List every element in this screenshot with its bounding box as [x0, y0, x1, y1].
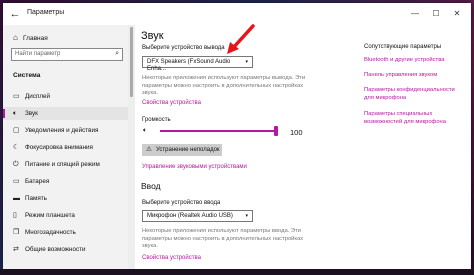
warning-icon: ⚠ [146, 146, 152, 153]
sidebar-item-label: Главная [23, 35, 48, 42]
sidebar-item-label: Питание и спящий режим [25, 161, 100, 168]
sidebar-item-home[interactable]: ⌂ Главная [13, 33, 48, 42]
input-label: Выберите устройство ввода [142, 200, 221, 206]
search-placeholder: Найти параметр [15, 51, 61, 57]
troubleshoot-button[interactable]: ⚠ Устранение неполадок [142, 144, 222, 156]
volume-slider[interactable] [160, 130, 276, 132]
sidebar-scrollbar[interactable] [128, 25, 135, 269]
troubleshoot-label: Устранение неполадок [156, 147, 220, 153]
input-device-value: Микрофон (Realtek Audio USB) [147, 213, 233, 219]
output-description: Некоторые приложения используют параметр… [142, 75, 306, 96]
title-bar: ← Параметры — ☐ ✕ [3, 3, 471, 25]
sidebar-item-label: Звук [25, 110, 38, 117]
sidebar-item-label: Общие возможности [25, 246, 86, 253]
minimize-icon[interactable]: — [407, 6, 423, 22]
power-icon: ⏻ [13, 161, 19, 168]
sidebar-item-shared[interactable]: ⇄ Общие возможности [3, 243, 128, 256]
settings-window: ← Параметры — ☐ ✕ ⌂ Главная Найти парамет… [3, 3, 471, 269]
maximize-icon[interactable]: ☐ [428, 6, 444, 22]
related-link-mic-privacy[interactable]: Параметры конфиденциальности для микрофо… [364, 87, 464, 102]
input-properties-link[interactable]: Свойства устройства [142, 255, 201, 261]
scrollbar-thumb[interactable] [130, 27, 133, 97]
volume-slider-thumb[interactable] [274, 126, 278, 136]
related-link-sound-panel[interactable]: Панель управления звуком [364, 72, 464, 80]
sidebar-item-label: Фокусировка внимания [25, 144, 93, 151]
sidebar-item-tablet[interactable]: ▯ Режим планшета [3, 209, 128, 222]
sidebar-item-label: Память [25, 195, 47, 202]
sidebar: ⌂ Главная Найти параметр ⌕ Система ▭ Диспл… [3, 25, 128, 269]
output-device-select[interactable]: DFX Speakers (FxSound Audio Enha... ▾ [142, 56, 253, 72]
device-properties-link[interactable]: Свойства устройства [142, 100, 201, 106]
back-arrow-icon[interactable]: ← [7, 6, 23, 22]
chevron-down-icon: ▾ [245, 213, 248, 219]
output-label: Выберите устройство вывода [142, 45, 225, 51]
volume-label: Громкость [142, 117, 171, 123]
sidebar-item-battery[interactable]: ▭ Батарея [3, 175, 128, 188]
input-section-title: Ввод [141, 181, 161, 191]
sidebar-item-label: Режим планшета [25, 212, 75, 219]
related-settings-title: Сопутствующие параметры [364, 44, 442, 50]
sidebar-item-sound[interactable]: 🔈︎ Звук [3, 107, 128, 120]
shared-icon: ⇄ [13, 246, 19, 253]
sidebar-item-focus[interactable]: ☾ Фокусировка внимания [3, 141, 128, 154]
input-description: Некоторые приложения используют параметр… [142, 228, 304, 249]
input-device-select[interactable]: Микрофон (Realtek Audio USB) ▾ [142, 210, 253, 222]
sound-icon: 🔈︎ [13, 110, 18, 117]
output-device-value: DFX Speakers (FxSound Audio Enha... [147, 59, 231, 72]
focus-icon: ☾ [13, 144, 20, 151]
sidebar-item-display[interactable]: ▭ Дисплей [3, 90, 128, 103]
sidebar-item-label: Уведомления и действия [25, 127, 99, 134]
volume-value: 100 [290, 128, 303, 137]
battery-icon: ▭ [13, 178, 20, 185]
tablet-icon: ▯ [13, 212, 17, 219]
manage-devices-link[interactable]: Управление звуковыми устройствами [142, 164, 247, 170]
close-icon[interactable]: ✕ [449, 6, 465, 22]
related-link-mic-accessibility[interactable]: Параметры специальных возможностей для м… [364, 111, 464, 126]
chevron-down-icon: ▾ [245, 59, 248, 65]
search-icon: ⌕ [115, 50, 119, 57]
display-icon: ▭ [13, 93, 20, 100]
sidebar-item-label: Дисплей [25, 93, 51, 100]
sidebar-item-label: Батарея [25, 178, 50, 185]
home-icon: ⌂ [13, 33, 18, 42]
sidebar-section-title: Система [13, 72, 41, 79]
window-title: Параметры [27, 9, 65, 16]
sidebar-item-storage[interactable]: ▬ Память [3, 192, 128, 205]
storage-icon: ▬ [13, 195, 20, 202]
sidebar-item-notifications[interactable]: ▢ Уведомления и действия [3, 124, 128, 137]
search-input[interactable]: Найти параметр ⌕ [11, 48, 123, 61]
annotation-arrow-icon [227, 24, 255, 54]
page-title: Звук [141, 30, 164, 42]
multitask-icon: ❐ [13, 229, 20, 236]
sidebar-item-label: Многозадачность [25, 229, 76, 236]
notifications-icon: ▢ [13, 127, 20, 134]
sidebar-item-power[interactable]: ⏻ Питание и спящий режим [3, 158, 128, 171]
related-link-bluetooth[interactable]: Bluetooth и другие устройства [364, 57, 464, 65]
taskbar [0, 269, 474, 275]
sidebar-item-multitask[interactable]: ❐ Многозадачность [3, 226, 128, 239]
speaker-icon[interactable]: 🔈︎ [143, 127, 147, 135]
